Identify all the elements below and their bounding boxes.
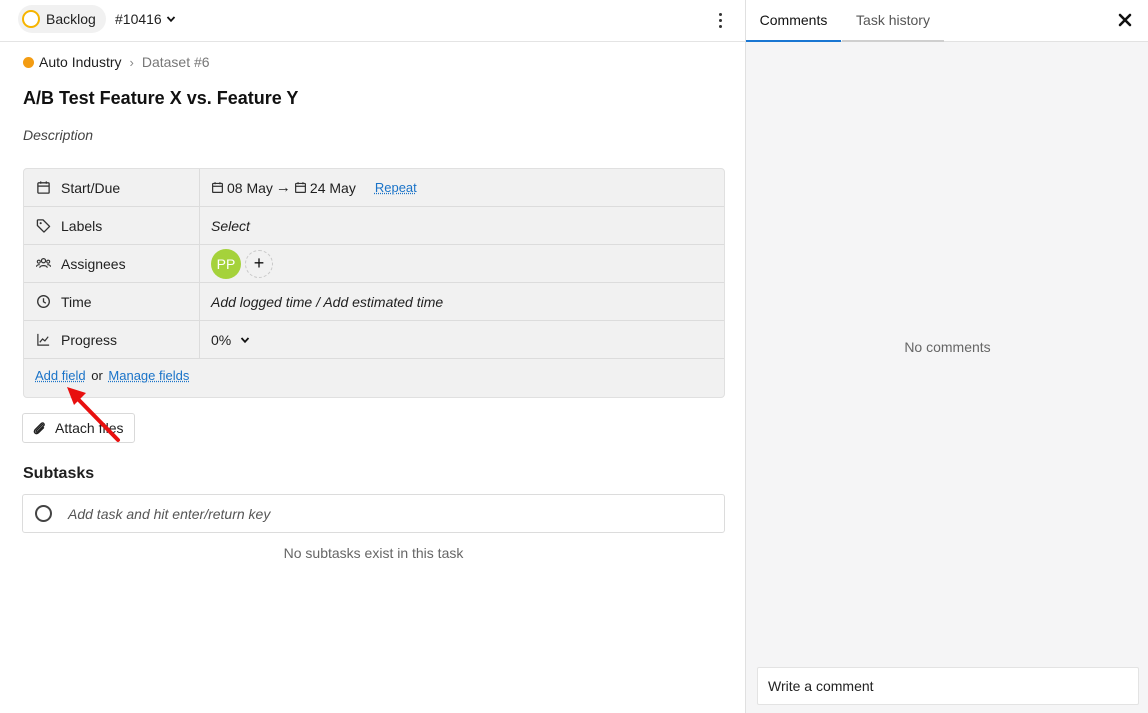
task-detail-pane: Backlog #10416 Auto Industry › Dataset #… [0, 0, 746, 713]
more-options-icon[interactable] [712, 10, 728, 30]
breadcrumb-project[interactable]: Auto Industry [39, 54, 122, 70]
project-color-dot [23, 57, 34, 68]
breadcrumb-dataset[interactable]: Dataset #6 [142, 54, 210, 70]
users-icon [36, 256, 51, 271]
time-value[interactable]: Add logged time / Add estimated time [211, 283, 443, 320]
arrow-right-icon: → [276, 179, 291, 196]
start-date[interactable]: 08 May [211, 180, 273, 196]
breadcrumb: Auto Industry › Dataset #6 [23, 54, 210, 70]
field-label-text: Start/Due [61, 180, 120, 196]
subtasks-heading: Subtasks [23, 465, 94, 483]
start-due-value: 08 May → 24 May Repeat [211, 169, 417, 206]
status-label: Backlog [46, 11, 96, 27]
breadcrumb-separator-icon: › [130, 55, 134, 70]
field-label-labels: Labels [24, 207, 200, 244]
due-date[interactable]: 24 May [294, 180, 356, 196]
panel-tabs: Comments Task history [746, 0, 1148, 42]
progress-value: 0% [211, 332, 231, 348]
paperclip-icon [31, 420, 47, 436]
tab-task-history[interactable]: Task history [842, 0, 944, 42]
avatar[interactable]: PP [211, 249, 241, 279]
due-date-text: 24 May [310, 180, 356, 196]
field-row-time: Time Add logged time / Add estimated tim… [24, 283, 724, 321]
task-topbar: Backlog #10416 [0, 0, 746, 42]
calendar-icon [294, 181, 307, 194]
repeat-link[interactable]: Repeat [375, 180, 417, 195]
field-label-assignees: Assignees [24, 245, 200, 282]
add-assignee-button[interactable]: + [245, 250, 273, 278]
no-subtasks-message: No subtasks exist in this task [22, 545, 725, 561]
annotation-arrow-icon [60, 378, 130, 448]
field-label-start-due: Start/Due [24, 169, 200, 206]
no-comments-message: No comments [746, 339, 1148, 355]
subtask-input[interactable]: Add task and hit enter/return key [22, 494, 725, 533]
status-circle-icon [22, 10, 40, 28]
calendar-icon [211, 181, 224, 194]
chevron-down-icon [240, 335, 250, 345]
field-label-text: Time [61, 294, 92, 310]
labels-select[interactable]: Select [211, 207, 250, 244]
field-row-start-due: Start/Due 08 May → 24 May Repeat [24, 169, 724, 207]
tag-icon [36, 218, 51, 233]
assignees-value: PP + [211, 245, 273, 282]
field-label-text: Labels [61, 218, 102, 234]
field-label-time: Time [24, 283, 200, 320]
calendar-icon [36, 180, 51, 195]
circle-checkbox-icon [35, 505, 52, 522]
field-row-labels: Labels Select [24, 207, 724, 245]
field-label-text: Assignees [61, 256, 126, 272]
subtask-placeholder: Add task and hit enter/return key [68, 506, 270, 522]
field-row-progress: Progress 0% [24, 321, 724, 359]
field-label-text: Progress [61, 332, 117, 348]
field-row-assignees: Assignees PP + [24, 245, 724, 283]
task-title[interactable]: A/B Test Feature X vs. Feature Y [23, 88, 298, 109]
task-id-label: #10416 [115, 11, 162, 27]
comment-input[interactable]: Write a comment [757, 667, 1139, 705]
close-icon[interactable] [1117, 12, 1133, 28]
start-date-text: 08 May [227, 180, 273, 196]
task-id-dropdown[interactable]: #10416 [115, 11, 176, 27]
trend-chart-icon [36, 332, 51, 347]
tab-comments[interactable]: Comments [746, 0, 841, 42]
side-panel: Comments Task history No comments Write … [745, 0, 1148, 713]
progress-dropdown[interactable]: 0% [211, 321, 250, 358]
description-field[interactable]: Description [23, 127, 93, 143]
chevron-down-icon [166, 14, 176, 24]
status-selector[interactable]: Backlog [18, 5, 106, 33]
clock-icon [36, 294, 51, 309]
task-fields-table: Start/Due 08 May → 24 May Repeat Labels … [23, 168, 725, 398]
field-label-progress: Progress [24, 321, 200, 358]
